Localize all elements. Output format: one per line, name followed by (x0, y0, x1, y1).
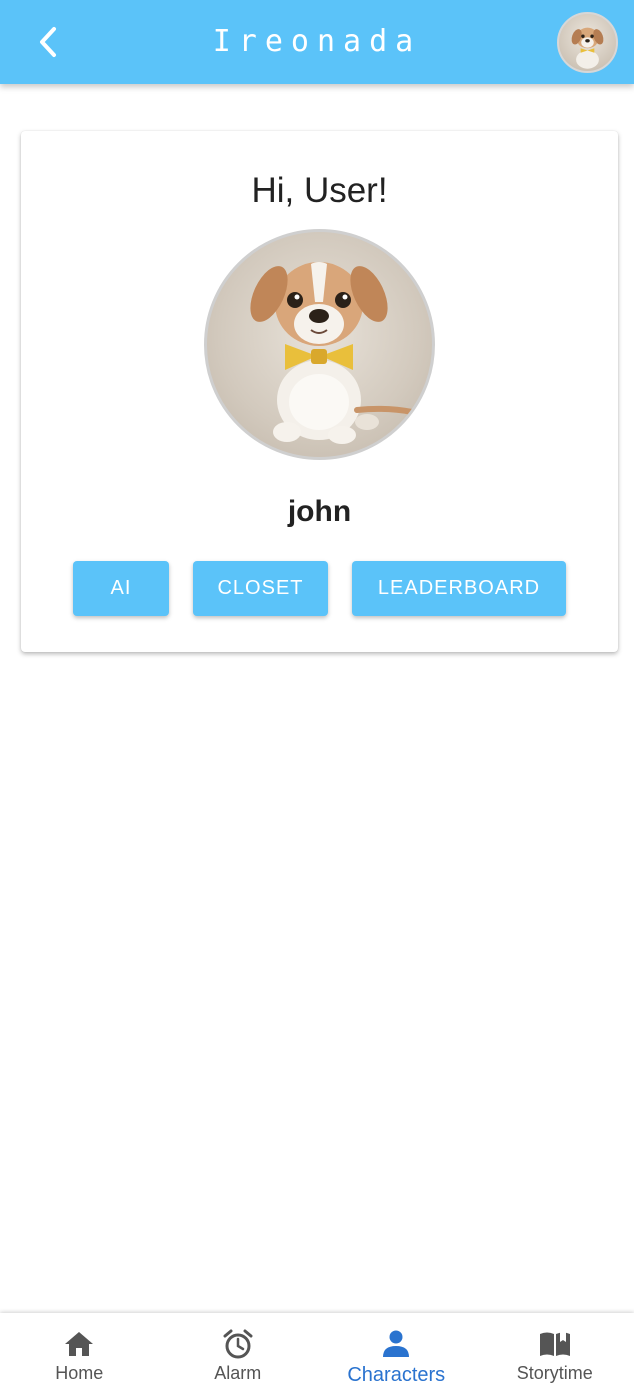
nav-label-storytime: Storytime (516, 1363, 593, 1383)
username-label: john (287, 495, 352, 528)
profile-avatar (204, 229, 435, 460)
nav-item-home[interactable]: Home (0, 1313, 159, 1392)
nav-label-alarm: Alarm (214, 1363, 262, 1383)
bottom-navigation: Home Alarm Characters Storytime (0, 1313, 634, 1392)
nav-label-characters: Characters (347, 1364, 446, 1386)
app-title: Ireonada (212, 24, 422, 59)
header-avatar-button[interactable] (557, 12, 618, 73)
alarm-clock-icon (221, 1327, 255, 1361)
nav-item-characters[interactable]: Characters (317, 1313, 476, 1392)
greeting-heading: Hi, User! (251, 171, 388, 210)
home-icon (62, 1327, 96, 1361)
person-icon (379, 1327, 413, 1361)
puppy-avatar-icon (250, 262, 415, 444)
top-app-bar: Ireonada (0, 0, 634, 84)
nav-item-alarm[interactable]: Alarm (159, 1313, 318, 1392)
closet-button[interactable]: CLOSET (193, 561, 328, 616)
leaderboard-button[interactable]: LEADERBOARD (352, 561, 566, 616)
puppy-avatar-icon (571, 27, 604, 69)
nav-item-storytime[interactable]: Storytime (476, 1313, 634, 1392)
profile-card: Hi, User! john AI CLOSET LEADERBOARD (21, 131, 618, 652)
ai-button[interactable]: AI (73, 561, 169, 616)
app-root: Ireonada Hi, User! john AI CLOSET LEADER… (0, 0, 634, 1392)
book-icon (538, 1327, 572, 1361)
nav-label-home: Home (55, 1363, 104, 1383)
